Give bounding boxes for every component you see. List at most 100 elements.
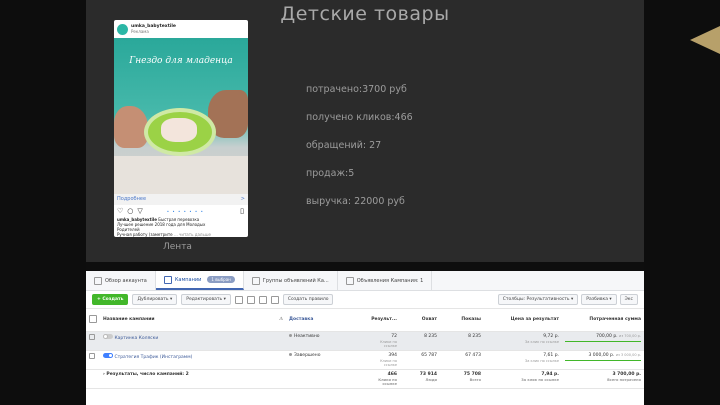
comment-icon[interactable]: ○	[127, 207, 133, 215]
export-button[interactable]: Экс	[619, 294, 638, 305]
spent-value: 700,00 р.	[596, 333, 618, 339]
campaign-name-link[interactable]: Картинка Коляски	[114, 336, 158, 341]
row-warning-cell	[270, 350, 286, 370]
col-cost-per-result[interactable]: Цена за результат	[484, 309, 562, 332]
results-value: 72	[391, 333, 397, 339]
campaign-toggle[interactable]	[103, 333, 113, 339]
total-spent-sub: Всего потрачено	[607, 377, 641, 382]
share-icon[interactable]: ▽	[137, 207, 142, 215]
cpr-value: 7,61 р.	[543, 352, 559, 358]
table-row[interactable]: Стратегия Трафик (Инстаграмм) Завершено …	[86, 350, 644, 370]
tab-ad-sets[interactable]: Группы объявлений Ка...	[244, 271, 338, 290]
caption-read-more[interactable]: ... читать дальше	[174, 232, 211, 237]
total-spent-value: 3 700,00 р.	[612, 371, 641, 377]
results-sub: Клики по ссылке	[380, 358, 397, 367]
col-warning: ⚠	[270, 309, 286, 332]
col-results[interactable]: Результ...	[364, 309, 400, 332]
col-amount-spent[interactable]: Потраченная сумма	[562, 309, 644, 332]
total-results-value: 466	[387, 371, 397, 377]
results-value: 394	[388, 352, 397, 358]
image-baby	[161, 118, 197, 142]
cpr-sub: За клик по ссылке	[524, 358, 559, 363]
total-results-sub: Клики по ссылке	[378, 377, 397, 386]
row-results-cell: 72 Клики по ссылке	[364, 331, 400, 351]
total-impressions-value: 75 708	[463, 371, 481, 377]
heart-icon[interactable]: ♡	[117, 207, 123, 215]
col-campaign-name[interactable]: Название кампании	[100, 309, 270, 332]
row-impressions-cell: 8 235	[440, 331, 484, 351]
total-cpr-value: 7,94 р.	[541, 371, 559, 377]
carousel-dots: • • • • • • •	[166, 208, 204, 214]
row-impressions-cell: 67 473	[440, 350, 484, 370]
tag-icon[interactable]	[270, 295, 279, 304]
col-reach[interactable]: Охват	[400, 309, 440, 332]
campaign-toggle[interactable]	[103, 352, 113, 358]
stat-sales: продаж:5	[306, 168, 355, 179]
total-impressions-sub: Всего	[469, 377, 481, 382]
image-man-figure	[114, 106, 148, 148]
campaigns-table: Название кампании ⚠ Доставка Результ... …	[86, 309, 644, 389]
post-actions: ♡ ○ ▽ • • • • • • • ▯	[114, 205, 248, 217]
toolbar-right: Столбцы: Результативность ▾ Разбивка ▾ Э…	[497, 294, 638, 305]
row-reach-cell: 65 787	[400, 350, 440, 370]
duplicate-button[interactable]: Дублировать ▾	[132, 294, 178, 305]
ads-manager-panel: Обзор аккаунта Кампании 1 выбран Группы …	[86, 271, 644, 405]
info-icon[interactable]	[234, 295, 243, 304]
delivery-status: Неактивно	[294, 333, 320, 339]
col-impressions[interactable]: Показы	[440, 309, 484, 332]
gold-triangle-decoration	[690, 26, 720, 54]
spent-sub: из 700,00 р.	[619, 333, 641, 338]
tab-ads[interactable]: Объявления Кампания: 1	[338, 271, 433, 290]
tab-label: Группы объявлений Ка...	[262, 277, 329, 284]
total-label[interactable]: › Результаты, число кампаний: 2	[100, 369, 270, 389]
create-button[interactable]: + Создать	[92, 294, 129, 305]
bookmark-icon[interactable]: ▯	[240, 207, 244, 215]
row-checkbox[interactable]	[86, 350, 100, 370]
lock-icon[interactable]	[258, 295, 267, 304]
row-delivery-cell: Неактивно	[286, 331, 364, 351]
delivery-status: Завершено	[294, 352, 321, 358]
post-banner-text: Гнездо для младенца	[129, 56, 233, 66]
spent-progress-bar	[565, 359, 641, 361]
cpr-sub: За клик по ссылке	[524, 339, 559, 344]
breakdown-dropdown[interactable]: Разбивка ▾	[581, 294, 617, 305]
table-total-row: › Результаты, число кампаний: 2 466 Клики…	[86, 369, 644, 389]
campaign-name-link[interactable]: Стратегия Трафик (Инстаграмм)	[114, 355, 192, 360]
total-cpr-sub: За клик по ссылке	[521, 377, 559, 382]
row-cpr-cell: 9,72 р. За клик по ссылке	[484, 331, 562, 351]
columns-dropdown[interactable]: Столбцы: Результативность ▾	[497, 294, 579, 305]
table-row[interactable]: Картинка Коляски Неактивно 72 Клики по сс…	[86, 331, 644, 351]
post-image: Гнездо для младенца	[114, 38, 248, 194]
stat-revenue: выручка: 22000 руб	[306, 196, 405, 207]
spent-value: 3 000,00 р.	[588, 352, 615, 358]
stat-spent: потрачено:3700 руб	[306, 84, 407, 95]
folder-icon	[163, 275, 172, 284]
post-caption: umka_babytextile Быстрая перевозка Лучше…	[114, 217, 248, 237]
grid-icon	[94, 276, 102, 285]
select-all-checkbox[interactable]	[86, 309, 100, 332]
edit-button[interactable]: Редактировать ▾	[181, 294, 231, 305]
instagram-post-preview: umka_babytextile Реклама Гнездо для млад…	[114, 20, 248, 237]
chevron-right-icon: >	[240, 196, 245, 202]
results-sub: Клики по ссылке	[380, 339, 397, 348]
row-name-cell: Стратегия Трафик (Инстаграмм)	[100, 350, 270, 370]
total-cpr-cell: 7,94 р. За клик по ссылке	[484, 369, 562, 389]
post-more-link[interactable]: Подробнее >	[114, 194, 248, 205]
trash-icon[interactable]	[246, 295, 255, 304]
tab-account-overview[interactable]: Обзор аккаунта	[86, 271, 156, 290]
tab-label: Обзор аккаунта	[105, 277, 147, 284]
spent-progress-bar	[565, 340, 641, 342]
cpr-value: 9,72 р.	[543, 333, 559, 339]
selected-badge[interactable]: 1 выбран	[207, 276, 235, 283]
total-spent-cell: 3 700,00 р. Всего потрачено	[562, 369, 644, 389]
placement-caption: Лента	[163, 242, 192, 252]
col-delivery[interactable]: Доставка	[286, 309, 364, 332]
more-label: Подробнее	[117, 196, 147, 202]
row-spent-cell: 700,00 р. из 700,00 р.	[562, 331, 644, 351]
avatar	[117, 23, 128, 35]
row-checkbox[interactable]	[86, 331, 100, 351]
left-margin	[0, 0, 86, 405]
tab-campaigns[interactable]: Кампании 1 выбран	[155, 271, 244, 290]
row-delivery-cell: Завершено	[286, 350, 364, 370]
create-rule-button[interactable]: Создать правило	[282, 294, 334, 305]
